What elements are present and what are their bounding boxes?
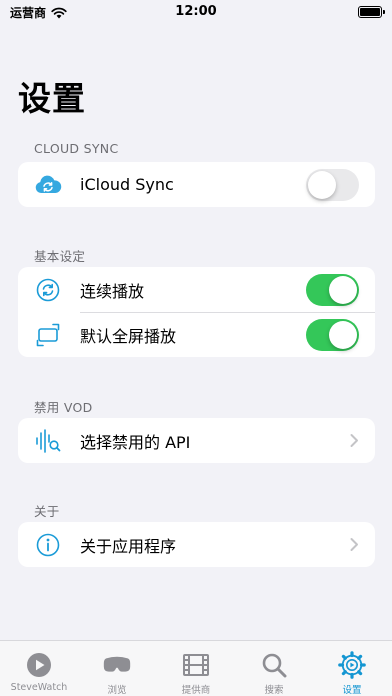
tab-bar: SteveWatch 浏览 提供商 搜索 设置	[0, 640, 392, 696]
about-app-row[interactable]: 关于应用程序	[18, 522, 375, 567]
icloud-sync-row: iCloud Sync	[18, 162, 375, 207]
section-header-about: 关于	[34, 504, 60, 519]
tab-providers[interactable]: 提供商	[157, 647, 235, 696]
section-header-disable-vod: 禁用 VOD	[34, 400, 93, 415]
vr-headset-icon	[103, 651, 131, 679]
tab-label-search: 搜索	[264, 685, 284, 696]
about-app-label: 关于应用程序	[80, 536, 177, 556]
about-card: 关于应用程序	[18, 522, 375, 567]
default-fullscreen-row: 默认全屏播放	[18, 312, 375, 357]
select-disabled-api-label: 选择禁用的 API	[80, 432, 191, 452]
tab-settings[interactable]: 设置	[313, 647, 391, 696]
continuous-play-label: 连续播放	[80, 281, 145, 301]
icloud-sync-label: iCloud Sync	[80, 175, 174, 194]
chevron-right-icon	[350, 434, 358, 447]
tab-search[interactable]: 搜索	[235, 647, 313, 696]
section-header-cloud-sync: CLOUD SYNC	[34, 141, 119, 156]
tab-label-stevewatch: SteveWatch	[10, 682, 68, 693]
tab-label-browse: 浏览	[107, 685, 127, 696]
cloud-sync-card: iCloud Sync	[18, 162, 375, 207]
default-fullscreen-toggle[interactable]	[306, 319, 359, 351]
status-bar: 运营商 12:00	[0, 0, 392, 26]
toggle-knob	[308, 171, 336, 199]
continuous-play-row: 连续播放	[18, 267, 375, 312]
select-disabled-api-row[interactable]: 选择禁用的 API	[18, 418, 375, 463]
icloud-sync-toggle[interactable]	[306, 169, 359, 201]
tab-browse[interactable]: 浏览	[78, 647, 156, 696]
continuous-play-toggle[interactable]	[306, 274, 359, 306]
tab-label-providers: 提供商	[181, 685, 211, 696]
audio-search-icon	[34, 428, 62, 454]
default-fullscreen-label: 默认全屏播放	[80, 326, 177, 346]
toggle-knob	[329, 276, 357, 304]
tab-label-settings: 设置	[342, 685, 362, 696]
continuous-play-icon	[34, 277, 62, 303]
chevron-right-icon	[350, 538, 358, 551]
tab-stevewatch[interactable]: SteveWatch	[0, 647, 78, 695]
info-icon	[34, 532, 62, 558]
gear-icon	[338, 651, 366, 679]
disable-vod-card: 选择禁用的 API	[18, 418, 375, 463]
icloud-sync-icon	[34, 172, 62, 198]
magnifier-icon	[260, 651, 288, 679]
toggle-knob	[329, 321, 357, 349]
basic-settings-card: 连续播放 默认全屏播放	[18, 267, 375, 357]
status-time: 12:00	[175, 4, 217, 19]
page-title: 设置	[18, 79, 86, 118]
section-header-basic-settings: 基本设定	[34, 249, 86, 264]
film-icon	[182, 651, 210, 679]
play-circle-icon	[25, 651, 53, 679]
battery-icon	[358, 6, 385, 18]
fullscreen-icon	[34, 322, 62, 348]
